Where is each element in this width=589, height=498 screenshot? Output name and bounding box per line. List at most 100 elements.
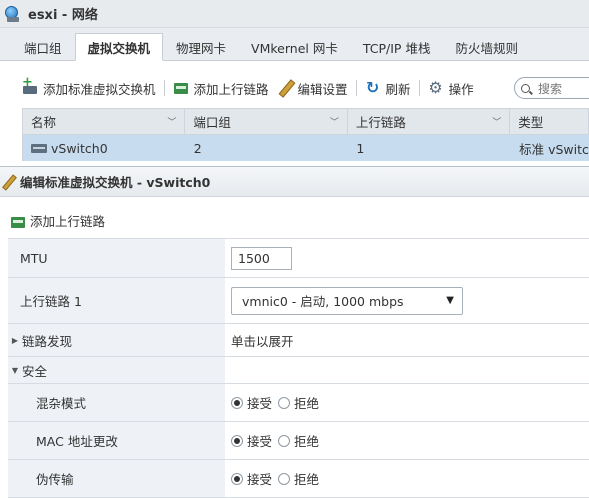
forged-transmit-accept-radio[interactable] (231, 472, 243, 485)
property-row-link-discovery[interactable]: ▶ 链路发现 单击以展开 (8, 324, 589, 357)
mtu-label: MTU (8, 239, 225, 277)
network-app-window: esxi - 网络 端口组 虚拟交换机 物理网卡 VMkernel 网卡 TCP… (0, 0, 589, 170)
window-title-bar: esxi - 网络 (0, 0, 589, 28)
main-content: 添加标准虚拟交换机 添加上行链路 编辑设置 ↻ 刷新 ⚙ 操作 (0, 61, 589, 170)
mac-change-options: 接受 拒绝 (225, 422, 589, 459)
add-uplink-button[interactable]: 添加上行链路 (173, 79, 269, 98)
dialog-add-uplink-button[interactable]: 添加上行链路 (10, 211, 105, 230)
cell-type: 标准 vSwitch (519, 141, 589, 157)
promiscuous-label: 混杂模式 (8, 384, 225, 421)
pencil-icon (2, 175, 16, 189)
promiscuous-reject-radio[interactable] (278, 396, 291, 409)
tab-port-groups[interactable]: 端口组 (12, 34, 74, 60)
column-header-port-groups[interactable]: 端口组 ﹀ (185, 109, 348, 134)
search-placeholder: 搜索 (538, 81, 563, 96)
tab-vmkernel-nics[interactable]: VMkernel 网卡 (239, 34, 350, 60)
refresh-icon: ↻ (365, 78, 380, 97)
add-vswitch-label: 添加标准虚拟交换机 (43, 81, 156, 97)
tab-physical-nics[interactable]: 物理网卡 (164, 34, 238, 60)
table-header: 名称 ﹀ 端口组 ﹀ 上行链路 ﹀ 类型 (22, 108, 589, 135)
tab-virtual-switches[interactable]: 虚拟交换机 (74, 33, 164, 61)
window-title: esxi - 网络 (28, 8, 98, 23)
accept-label[interactable]: 接受 (247, 393, 272, 412)
refresh-button[interactable]: ↻ 刷新 (365, 79, 411, 98)
uplink-nic-icon (10, 214, 25, 228)
promiscuous-radio-group: 接受 拒绝 (231, 393, 325, 412)
property-row-mtu: MTU 1500 (8, 239, 589, 278)
tab-bar: 端口组 虚拟交换机 物理网卡 VMkernel 网卡 TCP/IP 堆栈 防火墙… (0, 33, 589, 61)
uplink1-label: 上行链路 1 (8, 278, 225, 323)
column-header-name[interactable]: 名称 ﹀ (23, 109, 186, 134)
tab-firewall-rules[interactable]: 防火墙规则 (443, 34, 530, 60)
dropdown-arrow-icon: ▼ (446, 295, 454, 306)
promiscuous-options: 接受 拒绝 (225, 384, 589, 421)
chevron-down-icon: ﹀ (167, 118, 177, 128)
link-discovery-value[interactable]: 单击以展开 (225, 324, 589, 356)
accept-label[interactable]: 接受 (247, 469, 272, 488)
mac-change-label: MAC 地址更改 (8, 422, 225, 459)
host-globe-icon (4, 5, 22, 23)
add-vswitch-icon (22, 75, 38, 96)
vswitch-icon (31, 143, 47, 153)
search-input[interactable]: 搜索 (514, 77, 589, 99)
forged-transmit-reject-radio[interactable] (278, 472, 291, 485)
edit-settings-label: 编辑设置 (297, 81, 348, 97)
dialog-header: 编辑标准虚拟交换机 - vSwitch0 (0, 167, 589, 197)
mac-change-accept-radio[interactable] (231, 434, 243, 447)
dialog-add-uplink-label: 添加上行链路 (30, 214, 106, 229)
toolbar-divider (163, 80, 165, 96)
dialog-title: 编辑标准虚拟交换机 - vSwitch0 (20, 175, 211, 190)
property-row-mac-change: MAC 地址更改 接受 拒绝 (8, 422, 589, 460)
caret-down-icon: ▼ (11, 365, 19, 375)
caret-right-icon: ▶ (11, 335, 19, 345)
mac-change-reject-radio[interactable] (278, 434, 291, 447)
property-row-forged-transmit: 伪传输 接受 拒绝 (8, 460, 589, 498)
cell-uplinks: 1 (356, 140, 365, 156)
link-discovery-label: 链路发现 (22, 333, 73, 349)
security-value-cell (225, 357, 589, 383)
edit-vswitch-dialog: 编辑标准虚拟交换机 - vSwitch0 添加上行链路 MTU 1500 上行链… (0, 166, 589, 498)
uplink1-select[interactable]: vmnic0 - 启动, 1000 mbps ▼ (231, 286, 463, 315)
promiscuous-accept-radio[interactable] (231, 396, 243, 409)
column-header-type[interactable]: 类型 (510, 109, 588, 134)
security-header[interactable]: ▼ 安全 (8, 357, 225, 383)
mtu-value-cell: 1500 (225, 239, 589, 277)
cell-name: vSwitch0 (23, 135, 186, 161)
uplink-nic-icon (173, 80, 189, 96)
mtu-input[interactable]: 1500 (231, 246, 292, 270)
chevron-down-icon: ﹀ (492, 118, 502, 128)
forged-transmit-label: 伪传输 (8, 460, 225, 497)
pencil-icon (277, 80, 293, 96)
actions-label: 操作 (448, 81, 474, 97)
property-row-uplink1: 上行链路 1 vmnic0 - 启动, 1000 mbps ▼ (8, 278, 589, 324)
chevron-down-icon: ﹀ (329, 118, 339, 128)
search-icon (521, 83, 530, 93)
column-header-uplinks[interactable]: 上行链路 ﹀ (348, 109, 511, 134)
reject-label[interactable]: 拒绝 (294, 469, 319, 488)
toolbar: 添加标准虚拟交换机 添加上行链路 编辑设置 ↻ 刷新 ⚙ 操作 (22, 75, 482, 100)
forged-transmit-radio-group: 接受 拒绝 (231, 469, 325, 488)
uplink1-value-cell: vmnic0 - 启动, 1000 mbps ▼ (225, 278, 589, 323)
security-label: 安全 (22, 363, 48, 379)
reject-label[interactable]: 拒绝 (294, 393, 319, 412)
toolbar-divider (418, 80, 420, 96)
property-row-promiscuous: 混杂模式 接受 拒绝 (8, 384, 589, 422)
tab-tcpip-stacks[interactable]: TCP/IP 堆栈 (351, 34, 443, 60)
mac-change-radio-group: 接受 拒绝 (231, 431, 325, 450)
add-vswitch-button[interactable]: 添加标准虚拟交换机 (22, 75, 156, 98)
table-row[interactable]: vSwitch0 2 1 标准 vSwitch (22, 135, 589, 161)
toolbar-divider (355, 80, 357, 96)
accept-label[interactable]: 接受 (247, 431, 272, 450)
reject-label[interactable]: 拒绝 (294, 431, 319, 450)
vswitch-table: 名称 ﹀ 端口组 ﹀ 上行链路 ﹀ 类型 vSwitch0 2 1 标准 vSw… (22, 108, 589, 161)
property-row-security[interactable]: ▼ 安全 (8, 357, 589, 384)
uplink1-selected-value: vmnic0 - 启动, 1000 mbps (242, 294, 404, 309)
link-discovery-header[interactable]: ▶ 链路发现 (8, 324, 225, 356)
cell-port-groups: 2 (193, 140, 202, 156)
gear-icon: ⚙ (428, 78, 443, 97)
refresh-label: 刷新 (385, 81, 411, 97)
properties-table: MTU 1500 上行链路 1 vmnic0 - 启动, 1000 mbps ▼… (8, 238, 589, 498)
edit-settings-button[interactable]: 编辑设置 (277, 79, 348, 98)
actions-button[interactable]: ⚙ 操作 (428, 78, 474, 98)
forged-transmit-options: 接受 拒绝 (225, 460, 589, 497)
